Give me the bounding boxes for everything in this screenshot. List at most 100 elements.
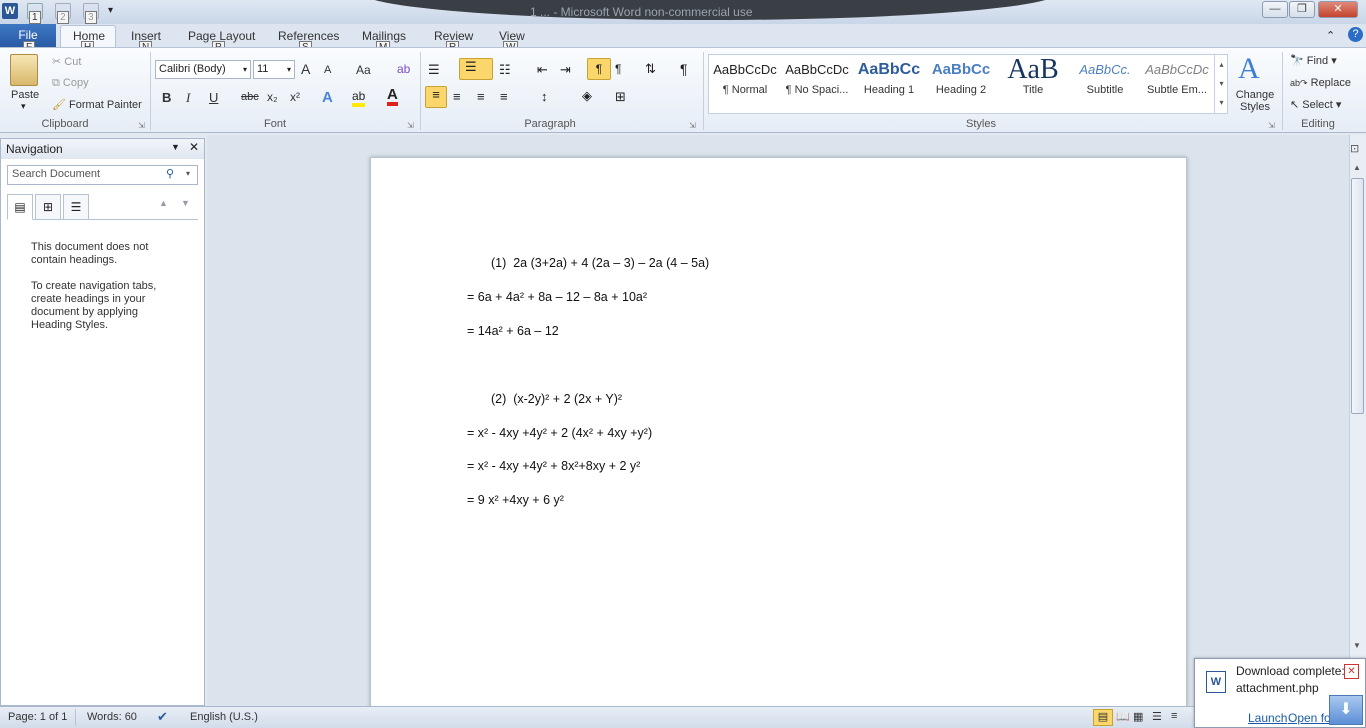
paste-icon[interactable]: [10, 54, 38, 86]
window-title: 1 ... - Microsoft Word non-commercial us…: [530, 5, 753, 19]
style-title[interactable]: AaB Title: [997, 56, 1069, 112]
style-subtle-emphasis[interactable]: AaBbCcDc Subtle Em...: [1141, 56, 1213, 112]
tab-pages[interactable]: ⊞: [35, 194, 61, 220]
minimize-button[interactable]: —: [1262, 1, 1288, 18]
document-line[interactable]: = 6a + 4a² + 8a – 12 – 8a + 10a²: [467, 290, 647, 304]
style-heading-2[interactable]: AaBbCc Heading 2: [925, 56, 997, 112]
numbering-icon[interactable]: ☰: [459, 58, 493, 80]
style-normal[interactable]: AaBbCcDc ¶ Normal: [709, 56, 781, 112]
paste-button[interactable]: Paste: [11, 89, 39, 101]
style-name: Heading 2: [935, 84, 987, 96]
word-count[interactable]: Words: 60: [87, 711, 137, 723]
bold-button[interactable]: B: [162, 90, 171, 105]
font-size-combo[interactable]: 11 ▾: [253, 60, 295, 79]
help-icon[interactable]: ?: [1348, 27, 1363, 42]
highlight-icon[interactable]: ab: [352, 89, 366, 107]
document-page[interactable]: (1) 2a (3+2a) + 4 (2a – 3) – 2a (4 – 5a)…: [370, 157, 1187, 717]
launch-link[interactable]: Launch: [1248, 711, 1287, 725]
style-heading-1[interactable]: AaBbCc Heading 1: [853, 56, 925, 112]
language[interactable]: English (U.S.): [190, 711, 258, 723]
close-button[interactable]: ✕: [1318, 1, 1358, 18]
change-styles-button[interactable]: Change Styles: [1234, 89, 1276, 113]
change-case-button[interactable]: Aa: [356, 63, 371, 77]
proofing-icon[interactable]: ✔: [157, 709, 168, 725]
increase-indent-icon[interactable]: ⇥: [560, 62, 571, 78]
close-pane-icon[interactable]: ✕: [189, 140, 199, 154]
word-app-icon[interactable]: W: [2, 3, 18, 19]
search-document-input[interactable]: Search Document ⚲ ▾: [7, 165, 198, 185]
align-left-icon[interactable]: ≡: [425, 86, 447, 108]
document-line[interactable]: = x² - 4xy +4y² + 2 (4x² + 4xy +y²): [467, 426, 652, 440]
styles-launcher-icon[interactable]: ⇲: [1268, 121, 1275, 130]
maximize-button[interactable]: ❐: [1289, 1, 1315, 18]
style-no-spacing[interactable]: AaBbCcDc ¶ No Spaci...: [781, 56, 853, 112]
align-right-icon[interactable]: ≡: [477, 89, 485, 104]
tab-headings[interactable]: ▤: [7, 194, 33, 220]
document-line[interactable]: (1) 2a (3+2a) + 4 (2a – 3) – 2a (4 – 5a): [491, 256, 709, 270]
rtl-direction-icon[interactable]: ¶: [615, 62, 621, 76]
find-button[interactable]: 🔭 Find ▾: [1290, 54, 1337, 67]
tab-results[interactable]: ☰: [63, 194, 89, 220]
scroll-up-icon[interactable]: ▲: [1353, 163, 1361, 172]
cut-button[interactable]: ✂ Cut: [52, 55, 81, 68]
document-line[interactable]: = 9 x² +4xy + 6 y²: [467, 493, 564, 507]
font-launcher-icon[interactable]: ⇲: [407, 121, 414, 130]
text-effects-icon[interactable]: A: [322, 89, 333, 106]
ltr-direction-icon[interactable]: ¶: [587, 58, 611, 80]
web-layout-icon[interactable]: ▦: [1133, 710, 1143, 723]
pane-options-icon[interactable]: ▼: [171, 142, 180, 152]
next-heading-icon[interactable]: ▼: [181, 198, 190, 208]
minimize-ribbon-icon[interactable]: ⌃: [1326, 29, 1335, 42]
document-line[interactable]: = 14a² + 6a – 12: [467, 324, 559, 338]
justify-icon[interactable]: ≡: [500, 89, 508, 104]
navigation-header: Navigation ▼ ✕: [1, 139, 204, 159]
previous-heading-icon[interactable]: ▲: [159, 198, 168, 208]
shading-icon[interactable]: ◈: [582, 88, 592, 104]
separator: [150, 52, 151, 130]
change-styles-icon[interactable]: A: [1238, 52, 1260, 86]
search-options-icon[interactable]: ▾: [186, 169, 190, 178]
sort-icon[interactable]: ⇅: [645, 61, 656, 77]
clear-formatting-icon[interactable]: ab: [397, 62, 410, 76]
subscript-button[interactable]: x₂: [267, 90, 278, 104]
search-icon[interactable]: ⚲: [166, 167, 174, 180]
format-painter-button[interactable]: 🖌 Format Painter: [52, 98, 142, 111]
line-spacing-icon[interactable]: ↕: [541, 89, 548, 104]
align-center-icon[interactable]: ≡: [453, 89, 461, 104]
outline-icon[interactable]: ☰: [1152, 710, 1162, 723]
shrink-font-button[interactable]: A: [324, 64, 331, 76]
paste-dropdown-icon[interactable]: ▾: [21, 101, 26, 112]
decrease-indent-icon[interactable]: ⇤: [537, 62, 548, 78]
superscript-button[interactable]: x²: [290, 90, 300, 104]
style-sample: AaBbCcDc: [785, 62, 849, 77]
clipboard-launcher-icon[interactable]: ⇲: [138, 121, 145, 130]
select-button[interactable]: ↖ Select ▾: [1290, 98, 1341, 111]
bullets-icon[interactable]: ☰: [428, 62, 440, 78]
document-line[interactable]: = x² - 4xy +4y² + 8x²+8xy + 2 y²: [467, 459, 640, 473]
style-subtitle[interactable]: AaBbCc. Subtitle: [1069, 56, 1141, 112]
ruler-toggle-icon[interactable]: ⊡: [1350, 142, 1359, 155]
grow-font-button[interactable]: A: [301, 61, 310, 77]
italic-button[interactable]: I: [186, 90, 190, 106]
full-screen-reading-icon[interactable]: 📖: [1116, 710, 1130, 723]
print-layout-icon[interactable]: ▤: [1093, 709, 1113, 726]
multilevel-list-icon[interactable]: ☷: [499, 62, 511, 78]
paragraph-launcher-icon[interactable]: ⇲: [689, 121, 696, 130]
font-name-combo[interactable]: Calibri (Body) ▾: [155, 60, 251, 79]
underline-button[interactable]: U: [209, 90, 218, 105]
qat-customize-icon[interactable]: ▾: [108, 5, 113, 16]
strikethrough-button[interactable]: abc: [241, 91, 259, 103]
copy-button[interactable]: ⧉ Copy: [52, 77, 89, 90]
scrollbar-thumb[interactable]: [1351, 178, 1364, 414]
draft-icon[interactable]: ≡: [1171, 710, 1177, 722]
document-line[interactable]: (2) (x-2y)² + 2 (2x + Y)²: [491, 392, 622, 406]
font-color-icon[interactable]: A: [387, 87, 398, 106]
copy-icon: ⧉: [52, 77, 60, 89]
styles-scroll-icon[interactable]: ▴ ▾ ▾: [1214, 55, 1228, 113]
show-formatting-button[interactable]: ¶: [680, 61, 688, 77]
close-icon[interactable]: ✕: [1344, 664, 1359, 679]
replace-button[interactable]: ab↷ Replace: [1290, 77, 1351, 89]
borders-icon[interactable]: ⊞: [615, 89, 626, 105]
scroll-down-icon[interactable]: ▼: [1353, 641, 1361, 650]
page-count[interactable]: Page: 1 of 1: [8, 711, 67, 723]
